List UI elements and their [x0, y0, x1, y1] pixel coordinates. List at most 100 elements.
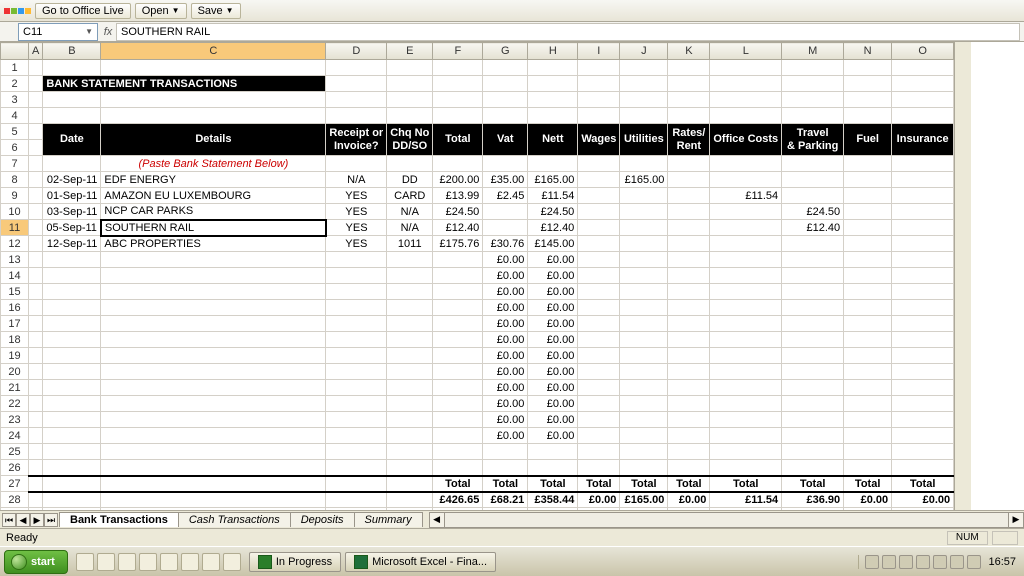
col-header-D[interactable]: D — [326, 43, 387, 60]
cell[interactable] — [620, 508, 668, 511]
fx-icon[interactable]: fx — [100, 26, 116, 38]
totals-label[interactable]: Total — [844, 476, 892, 492]
cell-utilities[interactable]: £165.00 — [620, 172, 668, 188]
ql-icon[interactable] — [160, 553, 178, 571]
cell-vat[interactable]: £0.00 — [483, 364, 528, 380]
col-header-G[interactable]: G — [483, 43, 528, 60]
cell[interactable] — [483, 92, 528, 108]
cell[interactable] — [433, 428, 483, 444]
col-header-N[interactable]: N — [844, 43, 892, 60]
cell[interactable] — [326, 108, 387, 124]
cell[interactable] — [620, 380, 668, 396]
ql-icon[interactable] — [76, 553, 94, 571]
cell[interactable] — [710, 92, 782, 108]
cell-utilities[interactable] — [620, 220, 668, 236]
cell[interactable] — [844, 156, 892, 172]
col-header-M[interactable]: M — [782, 43, 844, 60]
row-header-20[interactable]: 20 — [1, 364, 29, 380]
cell[interactable] — [326, 92, 387, 108]
cell-nett[interactable]: £0.00 — [528, 364, 578, 380]
col-header-I[interactable]: I — [578, 43, 620, 60]
cell[interactable] — [43, 476, 101, 492]
row-header-16[interactable]: 16 — [1, 300, 29, 316]
cell[interactable] — [668, 252, 710, 268]
totals-nett[interactable]: £358.44 — [528, 492, 578, 508]
scroll-left-icon[interactable]: ◀ — [429, 512, 445, 528]
totals-label[interactable]: Total — [892, 476, 954, 492]
tab-first-icon[interactable]: ⏮ — [2, 513, 16, 527]
paste-hint[interactable]: (Paste Bank Statement Below) — [101, 156, 326, 172]
cell-total[interactable]: £12.40 — [433, 220, 483, 236]
row-header-14[interactable]: 14 — [1, 268, 29, 284]
cell[interactable] — [578, 508, 620, 511]
cell[interactable] — [844, 252, 892, 268]
cell[interactable] — [578, 92, 620, 108]
row-header-10[interactable]: 10 — [1, 204, 29, 220]
cell[interactable] — [43, 412, 101, 428]
cell[interactable] — [668, 92, 710, 108]
cell[interactable] — [578, 316, 620, 332]
cell[interactable] — [668, 284, 710, 300]
ql-icon[interactable] — [139, 553, 157, 571]
row-header-3[interactable]: 3 — [1, 92, 29, 108]
cell[interactable] — [387, 460, 433, 476]
cell[interactable] — [326, 508, 387, 511]
cell[interactable] — [387, 76, 433, 92]
cell-details[interactable]: AMAZON EU LUXEMBOURG — [101, 188, 326, 204]
cell-vat[interactable]: £0.00 — [483, 412, 528, 428]
cell[interactable] — [387, 364, 433, 380]
cell[interactable] — [892, 332, 954, 348]
cell[interactable] — [483, 460, 528, 476]
cell[interactable] — [782, 460, 844, 476]
cell[interactable] — [892, 364, 954, 380]
cell-nett[interactable]: £24.50 — [528, 204, 578, 220]
cell-vat[interactable]: £0.00 — [483, 268, 528, 284]
totals-insurance[interactable]: £0.00 — [892, 492, 954, 508]
cell[interactable] — [844, 460, 892, 476]
cell[interactable] — [782, 348, 844, 364]
row-header-21[interactable]: 21 — [1, 380, 29, 396]
cell[interactable] — [782, 332, 844, 348]
cell[interactable] — [43, 284, 101, 300]
cell-vat[interactable]: £0.00 — [483, 380, 528, 396]
cell-nett[interactable]: £165.00 — [528, 172, 578, 188]
cell[interactable] — [710, 156, 782, 172]
cell[interactable] — [101, 252, 326, 268]
cell-wages[interactable] — [578, 172, 620, 188]
cell[interactable] — [892, 284, 954, 300]
cell[interactable] — [620, 92, 668, 108]
cell[interactable] — [710, 60, 782, 76]
cell[interactable] — [326, 300, 387, 316]
totals-wages[interactable]: £0.00 — [578, 492, 620, 508]
cell[interactable] — [29, 460, 43, 476]
cell-chq[interactable]: N/A — [387, 204, 433, 220]
cell[interactable] — [668, 300, 710, 316]
tray-icon[interactable] — [865, 555, 879, 569]
cell[interactable] — [710, 428, 782, 444]
cell[interactable] — [101, 348, 326, 364]
cell[interactable] — [387, 316, 433, 332]
cell-nett[interactable]: £0.00 — [528, 316, 578, 332]
cell[interactable] — [43, 108, 101, 124]
row-header-25[interactable]: 25 — [1, 444, 29, 460]
hdr-fuel[interactable]: Fuel — [844, 124, 892, 156]
cell-vat[interactable]: £2.45 — [483, 188, 528, 204]
cell[interactable] — [844, 508, 892, 511]
cell[interactable] — [387, 508, 433, 511]
cell[interactable] — [668, 396, 710, 412]
cell-vat[interactable]: £0.00 — [483, 428, 528, 444]
cell[interactable] — [578, 444, 620, 460]
cell[interactable] — [433, 380, 483, 396]
hdr-total[interactable]: Total — [433, 124, 483, 156]
cell[interactable] — [710, 380, 782, 396]
cell[interactable] — [43, 348, 101, 364]
cell[interactable] — [892, 316, 954, 332]
tab-last-icon[interactable]: ⏭ — [44, 513, 58, 527]
cell[interactable] — [29, 92, 43, 108]
cell[interactable] — [433, 268, 483, 284]
cell-wages[interactable] — [578, 220, 620, 236]
cell-travel[interactable] — [782, 188, 844, 204]
cell-nett[interactable]: £145.00 — [528, 236, 578, 252]
hdr-chq[interactable]: Chq NoDD/SO — [387, 124, 433, 156]
cell[interactable] — [668, 460, 710, 476]
